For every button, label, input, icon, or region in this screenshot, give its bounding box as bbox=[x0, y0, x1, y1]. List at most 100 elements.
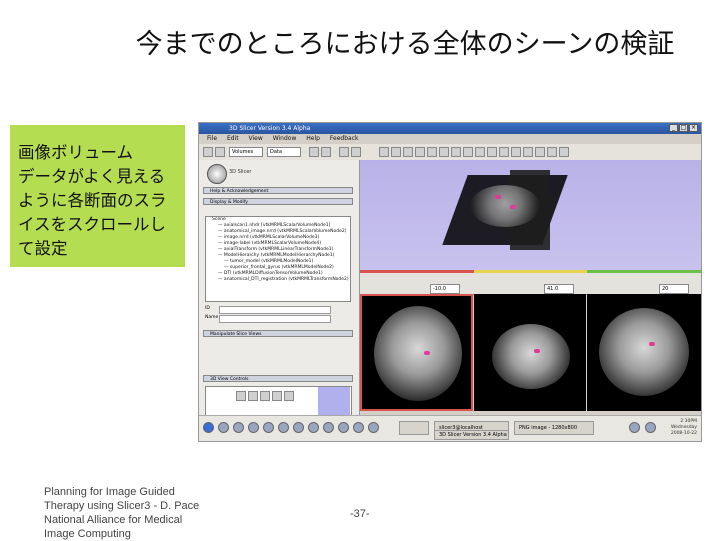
layout-fourup-icon[interactable] bbox=[403, 147, 413, 157]
chat-icon[interactable] bbox=[293, 422, 304, 433]
workspace-switcher[interactable] bbox=[399, 421, 429, 435]
layout-green-icon[interactable] bbox=[451, 147, 461, 157]
help-section-header[interactable]: Help & Acknowledgement bbox=[203, 187, 353, 194]
yellow-slice-view[interactable] bbox=[474, 294, 586, 411]
menu-view[interactable]: View bbox=[249, 135, 263, 142]
red-slice-view[interactable] bbox=[360, 294, 473, 411]
module-select[interactable]: Volumes bbox=[229, 147, 263, 157]
slide-title: 今までのところにおける全体のシーンの検証 bbox=[135, 29, 675, 60]
stereo-icon[interactable] bbox=[272, 391, 282, 401]
callout-text: 画像ボリューム データがよく見える ように各断面のスラ イスをスクロールし て設… bbox=[18, 143, 167, 258]
window-title: 3D Slicer Version 3.4 Alpha bbox=[229, 125, 311, 132]
axial-brain-image bbox=[374, 306, 462, 401]
taskbar: slicer3@localhost 3D Slicer Version 3.4 … bbox=[199, 415, 701, 441]
menu-window[interactable]: Window bbox=[273, 135, 297, 142]
layout-conventional-icon[interactable] bbox=[379, 147, 389, 157]
name-label: Name bbox=[205, 315, 219, 320]
red-offset-value[interactable]: -10.0 bbox=[430, 284, 460, 294]
help-icon[interactable] bbox=[323, 422, 334, 433]
terminal-icon[interactable] bbox=[248, 422, 259, 433]
home-icon[interactable] bbox=[203, 147, 213, 157]
view-controls-section-header[interactable]: 3D View Controls bbox=[203, 375, 353, 382]
zoom-icon[interactable] bbox=[523, 147, 533, 157]
volume-icon[interactable] bbox=[629, 422, 640, 433]
red-color-strip bbox=[360, 270, 474, 273]
menu-edit[interactable]: Edit bbox=[227, 135, 239, 142]
task-image[interactable]: PNG image - 1280x800 bbox=[514, 421, 594, 435]
rock-icon[interactable] bbox=[248, 391, 258, 401]
callout-box: 画像ボリューム データがよく見える ように各断面のスラ イスをスクロールし て設… bbox=[10, 125, 185, 267]
note-icon[interactable] bbox=[368, 422, 379, 433]
pick-icon[interactable] bbox=[511, 147, 521, 157]
tumor-marker bbox=[495, 195, 501, 199]
mrml-tree[interactable]: Scene — axialscan1.nhdr [vtkMRMLScalarVo… bbox=[205, 216, 351, 302]
skype-icon[interactable] bbox=[338, 422, 349, 433]
sagittal-brain-image bbox=[492, 324, 570, 389]
window-titlebar: 3D Slicer Version 3.4 Alpha _ □ × bbox=[199, 123, 701, 134]
clock: 2:30PM Wednesday 2008-10-22 bbox=[670, 419, 697, 436]
green-color-strip bbox=[587, 270, 701, 273]
view-control-panel[interactable] bbox=[205, 386, 352, 416]
slicer-screenshot: 3D Slicer Version 3.4 Alpha _ □ × File E… bbox=[198, 122, 702, 442]
start-menu-icon[interactable] bbox=[203, 422, 214, 433]
red-slice-controller[interactable]: -10.0 bbox=[360, 270, 474, 295]
transform-icon[interactable] bbox=[499, 147, 509, 157]
menu-feedback[interactable]: Feedback bbox=[330, 135, 359, 142]
footer-credit: Planning for Image Guided Therapy using … bbox=[44, 486, 200, 540]
tumor-marker bbox=[534, 349, 540, 353]
manipulate-section-header[interactable]: Manipulate Slice Views bbox=[203, 330, 353, 337]
yellow-offset-value[interactable]: 41.0 bbox=[544, 284, 574, 294]
3d-view[interactable] bbox=[360, 160, 701, 270]
network-icon[interactable] bbox=[353, 422, 364, 433]
prev-module-icon[interactable] bbox=[309, 147, 319, 157]
yellow-slice-controller[interactable]: 41.0 bbox=[474, 270, 587, 295]
redo-icon[interactable] bbox=[351, 147, 361, 157]
mouse-mode-icon[interactable] bbox=[475, 147, 485, 157]
layout-select[interactable]: Data bbox=[267, 147, 301, 157]
load-scene-icon[interactable] bbox=[215, 147, 225, 157]
screenshot-icon[interactable] bbox=[559, 147, 569, 157]
layout-yellow-icon[interactable] bbox=[439, 147, 449, 157]
layout-tabbed-icon[interactable] bbox=[415, 147, 425, 157]
rotate-icon[interactable] bbox=[547, 147, 557, 157]
layout-3d-icon[interactable] bbox=[391, 147, 401, 157]
layout-red-icon[interactable] bbox=[427, 147, 437, 157]
toolbar: Volumes Data bbox=[199, 144, 701, 161]
mail-icon[interactable] bbox=[263, 422, 274, 433]
task-slicer[interactable]: 3D Slicer Version 3.4 Alpha bbox=[434, 430, 509, 440]
id-label: ID bbox=[205, 306, 210, 311]
menu-file[interactable]: File bbox=[207, 135, 217, 142]
network-status-icon[interactable] bbox=[645, 422, 656, 433]
maximize-button[interactable]: □ bbox=[679, 124, 688, 132]
ortho-icon[interactable] bbox=[260, 391, 270, 401]
visibility-icon[interactable] bbox=[284, 391, 294, 401]
editor-icon[interactable] bbox=[278, 422, 289, 433]
minimize-button[interactable]: _ bbox=[669, 124, 678, 132]
green-offset-value[interactable]: 20 bbox=[659, 284, 689, 294]
green-slice-view[interactable] bbox=[587, 294, 701, 411]
slicer-logo-icon bbox=[207, 164, 227, 184]
undo-icon[interactable] bbox=[339, 147, 349, 157]
green-slice-controller[interactable]: 20 bbox=[587, 270, 701, 295]
spin-icon[interactable] bbox=[236, 391, 246, 401]
id-field[interactable] bbox=[219, 306, 331, 314]
next-module-icon[interactable] bbox=[321, 147, 331, 157]
tumor-marker bbox=[510, 205, 516, 209]
pan-icon[interactable] bbox=[535, 147, 545, 157]
navigation-preview[interactable] bbox=[318, 387, 350, 415]
compare-view-icon[interactable] bbox=[463, 147, 473, 157]
fiducial-icon[interactable] bbox=[487, 147, 497, 157]
tree-item[interactable]: — anatomical_DTI_registration (vtkMRMLTr… bbox=[206, 277, 350, 283]
logo-label: 3D Slicer bbox=[229, 169, 252, 175]
menu-help[interactable]: Help bbox=[306, 135, 320, 142]
display-section-header[interactable]: Display & Modify bbox=[203, 198, 353, 205]
brain-volume-render bbox=[470, 185, 540, 227]
settings-icon[interactable] bbox=[308, 422, 319, 433]
folder-icon[interactable] bbox=[233, 422, 244, 433]
page-number: -37- bbox=[350, 508, 370, 520]
coronal-brain-image bbox=[599, 308, 689, 396]
yellow-color-strip bbox=[474, 270, 587, 273]
browser-icon[interactable] bbox=[218, 422, 229, 433]
name-field[interactable] bbox=[219, 315, 331, 323]
close-button[interactable]: × bbox=[689, 124, 698, 132]
